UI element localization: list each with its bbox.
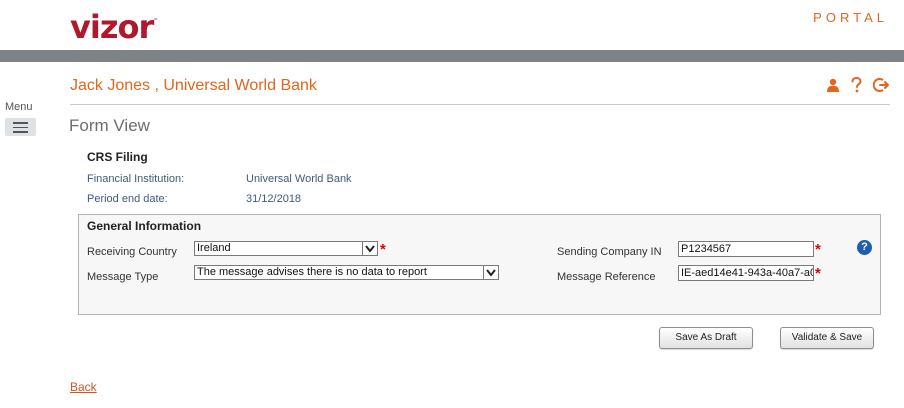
financial-institution-label: Financial Institution: xyxy=(87,173,185,185)
filing-title: CRS Filing xyxy=(87,150,148,164)
menu-label: Menu xyxy=(5,101,33,113)
financial-institution-value: Universal World Bank xyxy=(246,173,352,185)
user-icon[interactable] xyxy=(826,78,840,92)
receiving-country-label: Receiving Country xyxy=(87,246,177,258)
save-as-draft-button[interactable]: Save As Draft xyxy=(659,327,753,349)
logo-trademark: ™ xyxy=(153,18,159,25)
header-divider xyxy=(70,104,890,105)
vizor-logo: vizor™ xyxy=(70,8,158,46)
hamburger-icon-line xyxy=(13,131,28,133)
chevron-down-icon xyxy=(362,242,377,255)
required-asterisk: * xyxy=(815,265,821,282)
portal-label: PORTAL xyxy=(813,10,888,25)
chevron-down-icon xyxy=(483,266,498,279)
message-reference-input[interactable]: IE-aed14e41-943a-40a7-a08f- xyxy=(678,265,814,281)
logo-text: vizor xyxy=(70,8,154,46)
message-type-select[interactable]: The message advises there is no data to … xyxy=(194,265,499,280)
required-asterisk: * xyxy=(380,241,386,258)
menu-button[interactable] xyxy=(5,118,36,136)
hamburger-icon-line xyxy=(13,122,28,124)
question-icon[interactable] xyxy=(851,77,862,93)
receiving-country-value: Ireland xyxy=(197,242,231,254)
back-link[interactable]: Back xyxy=(70,380,97,394)
user-institution-title: Jack Jones , Universal World Bank xyxy=(70,77,317,94)
message-reference-label: Message Reference xyxy=(557,271,656,283)
page-title: Form View xyxy=(69,116,150,135)
message-type-label: Message Type xyxy=(87,271,159,283)
receiving-country-select[interactable]: Ireland xyxy=(194,241,378,256)
help-icon[interactable]: ? xyxy=(857,240,872,255)
sending-company-in-input[interactable]: P1234567 xyxy=(678,241,814,257)
required-asterisk: * xyxy=(815,241,821,258)
hamburger-icon-line xyxy=(13,126,28,128)
period-end-date-label: Period end date: xyxy=(87,193,168,205)
validate-and-save-button[interactable]: Validate & Save xyxy=(780,327,874,349)
header-icons xyxy=(826,77,890,93)
message-type-value: The message advises there is no data to … xyxy=(197,266,427,278)
general-information-title: General Information xyxy=(87,219,202,233)
sending-company-in-label: Sending Company IN xyxy=(557,246,662,258)
period-end-date-value: 31/12/2018 xyxy=(246,193,302,205)
logout-icon[interactable] xyxy=(873,77,890,93)
top-bar xyxy=(0,50,904,62)
